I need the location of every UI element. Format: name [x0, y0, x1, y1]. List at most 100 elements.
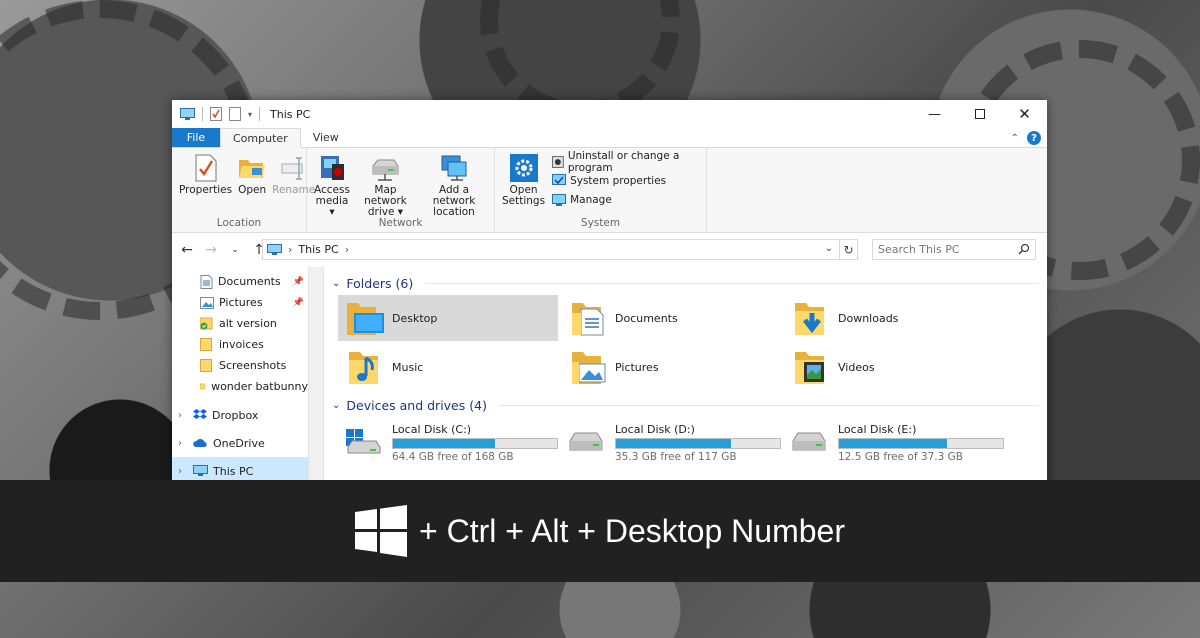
maximize-icon [974, 109, 985, 119]
refresh-icon[interactable]: ↻ [839, 240, 857, 259]
nav-item-label: Pictures [219, 296, 263, 309]
add-network-location-icon [441, 155, 467, 181]
tab-computer[interactable]: Computer [220, 128, 301, 148]
recent-locations-chevron-icon[interactable]: ⌄ [228, 245, 242, 255]
breadcrumb-separator-icon[interactable]: › [345, 243, 349, 256]
close-button[interactable]: ✕ [1002, 100, 1047, 128]
nav-item-label: Dropbox [212, 408, 259, 422]
folder-icon [200, 359, 212, 372]
access-media-label-2: media ▾ [315, 195, 349, 218]
main-pane: ⌄ Folders (6) Desktop Documents Download… [324, 267, 1047, 490]
manage-icon [552, 194, 567, 206]
pin-icon[interactable]: 📌 [293, 277, 304, 287]
uninstall-label: Uninstall or change a program [567, 150, 680, 174]
folders-section-header[interactable]: ⌄ Folders (6) [332, 271, 1039, 295]
this-pc-icon [180, 107, 195, 120]
folder-icon [200, 383, 206, 390]
minimize-button[interactable]: — [912, 100, 957, 128]
address-dropdown-icon[interactable]: ⌄ [825, 243, 833, 254]
tab-view[interactable]: View [301, 128, 351, 147]
minimize-icon: — [928, 106, 941, 122]
drive-usage-bar [392, 438, 558, 449]
drives-header-label: Devices and drives (4) [346, 397, 487, 413]
manage-button[interactable]: Manage [552, 192, 702, 208]
maximize-button[interactable] [957, 100, 1002, 128]
drive-name: Local Disk (C:) [392, 423, 472, 436]
nav-item-onedrive[interactable]: › OneDrive [172, 429, 308, 457]
windows-logo-icon [355, 505, 408, 557]
drive-usage-fill [839, 439, 948, 448]
folder-tile-music[interactable]: Music [338, 344, 558, 390]
documents-folder-icon [572, 303, 604, 336]
folder-tile-desktop[interactable]: Desktop [338, 295, 558, 341]
system-group-label: System [580, 217, 621, 229]
tab-file[interactable]: File [172, 128, 220, 147]
pin-icon[interactable]: 📌 [293, 298, 304, 308]
desktop-folder-icon [347, 303, 384, 335]
title-separator [259, 107, 261, 121]
address-bar[interactable]: › This PC › ⌄ ↻ [262, 239, 858, 260]
expand-chevron-icon[interactable]: › [178, 466, 188, 477]
quick-access-item[interactable]: Screenshots [172, 355, 308, 376]
drive-usage-bar [838, 438, 1004, 449]
folder-tile-videos[interactable]: Videos [784, 344, 1004, 390]
nav-item-label: wonder batbunny [211, 380, 308, 393]
this-pc-breadcrumb-icon [267, 243, 282, 255]
forward-arrow-icon[interactable]: → [204, 242, 218, 258]
title-separator [202, 107, 203, 121]
quick-access-dropdown-icon[interactable]: ▾ [248, 110, 252, 119]
shortcut-caption: + Ctrl + Alt + Desktop Number [419, 512, 845, 549]
folder-tile-pictures[interactable]: Pictures [561, 344, 781, 390]
folder-icon [200, 338, 212, 351]
pictures-folder-icon [572, 352, 606, 384]
videos-folder-icon [795, 352, 824, 384]
ribbon: Properties Open Rename Location Access m… [172, 148, 1047, 233]
properties-label: Properties [179, 184, 233, 196]
properties-quick-icon[interactable] [210, 107, 222, 121]
drive-name: Local Disk (E:) [838, 423, 917, 436]
drive-tile-d[interactable]: Local Disk (D:) 35.3 GB free of 117 GB [561, 417, 781, 473]
window-title: This PC [270, 107, 311, 121]
content-area: Documents 📌 Pictures 📌 alt version invoi… [172, 267, 1047, 490]
ribbon-expand-icon[interactable]: ⌃ [1011, 133, 1019, 144]
nav-item-label: OneDrive [213, 436, 265, 450]
folders-header-label: Folders (6) [346, 275, 414, 291]
section-divider [498, 404, 1039, 406]
help-icon[interactable]: ? [1027, 131, 1041, 145]
folder-tile-downloads[interactable]: Downloads [784, 295, 1004, 341]
quick-access-item[interactable]: Documents 📌 [172, 271, 308, 292]
nav-item-label: Screenshots [219, 359, 287, 372]
folder-label: Desktop [392, 311, 438, 325]
drive-usage-fill [616, 439, 731, 448]
nav-scrollbar[interactable] [309, 267, 324, 489]
drives-section-header[interactable]: ⌄ Devices and drives (4) [332, 393, 1039, 417]
breadcrumb-separator-icon[interactable]: › [288, 243, 292, 256]
drive-usage-bar [615, 438, 781, 449]
uninstall-program-button[interactable]: Uninstall or change a program [552, 150, 702, 174]
quick-access-item[interactable]: Pictures 📌 [172, 292, 308, 313]
title-bar: ▾ This PC — ✕ [172, 100, 1047, 128]
breadcrumb[interactable]: This PC [298, 243, 338, 256]
drive-free-space: 35.3 GB free of 117 GB [615, 451, 737, 463]
quick-access-item[interactable]: wonder batbunny [172, 376, 308, 397]
folder-tile-documents[interactable]: Documents [561, 295, 781, 341]
collapse-chevron-icon[interactable]: ⌄ [332, 278, 340, 289]
system-properties-label: System properties [570, 175, 667, 187]
hard-drive-icon [569, 432, 603, 451]
drive-tile-c[interactable]: Local Disk (C:) 64.4 GB free of 168 GB [338, 417, 558, 473]
new-folder-quick-icon[interactable] [229, 107, 241, 121]
drive-name: Local Disk (D:) [615, 423, 695, 436]
downloads-folder-icon [795, 303, 824, 335]
back-arrow-icon[interactable]: ← [180, 242, 194, 258]
expand-chevron-icon[interactable]: › [178, 438, 188, 449]
quick-access-item[interactable]: alt version [172, 313, 308, 334]
expand-chevron-icon[interactable]: › [178, 410, 188, 421]
collapse-chevron-icon[interactable]: ⌄ [332, 400, 340, 411]
quick-access-item[interactable]: invoices [172, 334, 308, 355]
system-properties-button[interactable]: System properties [552, 173, 702, 189]
this-pc-icon [193, 465, 208, 476]
nav-item-dropbox[interactable]: › Dropbox [172, 401, 308, 429]
nav-item-label: invoices [219, 338, 264, 351]
search-input[interactable]: Search This PC [872, 239, 1036, 260]
drive-tile-e[interactable]: Local Disk (E:) 12.5 GB free of 37.3 GB [784, 417, 1004, 473]
